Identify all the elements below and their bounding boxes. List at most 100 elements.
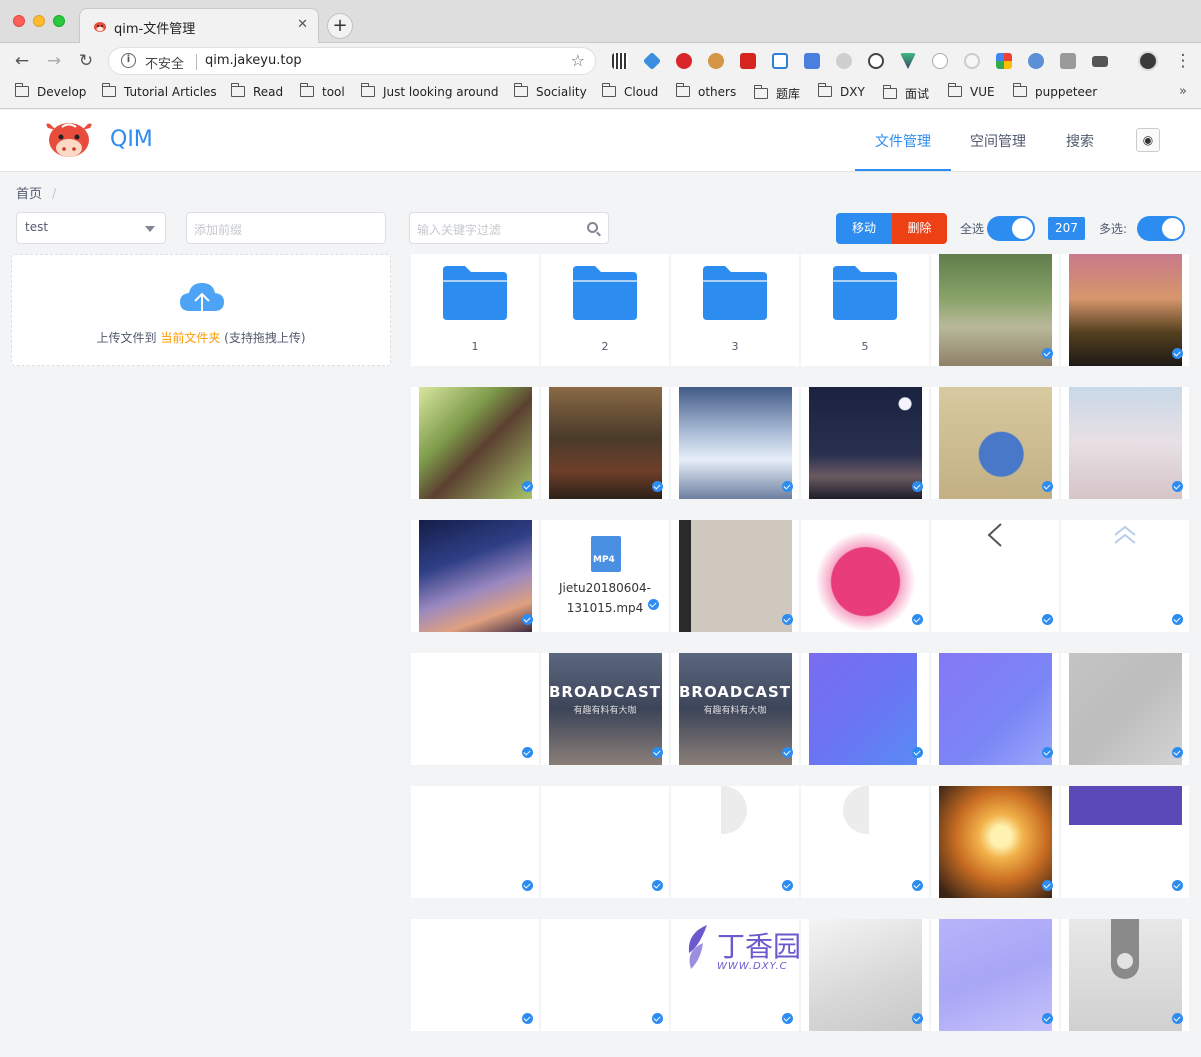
prefix-input[interactable]: 添加前缀 [186,212,386,244]
minimize-window-button[interactable] [33,15,45,27]
info-extension-icon[interactable] [868,53,884,69]
selected-check-icon[interactable] [782,614,793,625]
image-item[interactable]: BROADCAST 有趣有料有大咖 [541,653,669,765]
translate-extension-icon[interactable] [804,53,820,69]
vue-devtools-icon[interactable] [900,53,916,69]
image-item[interactable] [671,786,799,898]
circle-extension-icon[interactable] [964,53,980,69]
selected-check-icon[interactable] [912,614,923,625]
adblock-extension-icon[interactable] [676,53,692,69]
bookmark-just-looking-around[interactable]: Just looking around [360,83,498,103]
delete-button[interactable]: 删除 [892,213,947,244]
selected-check-icon[interactable] [522,880,533,891]
selected-check-icon[interactable] [782,880,793,891]
image-item[interactable] [801,520,929,632]
profile-avatar-icon[interactable] [1138,51,1158,71]
bookmark-tool[interactable]: tool [299,83,345,103]
address-bar[interactable]: i 不安全 qim.jakeyu.top ☆ [108,47,596,75]
filter-input[interactable]: 输入关键字过滤 [409,212,609,244]
image-item[interactable] [411,520,539,632]
gray-extension-icon[interactable] [836,53,852,69]
nav-search[interactable]: 搜索 [1066,131,1094,151]
tag-extension-icon[interactable] [642,51,662,71]
selected-check-icon[interactable] [652,747,663,758]
bookmark-tutorial-articles[interactable]: Tutorial Articles [101,83,217,103]
selected-check-icon[interactable] [522,747,533,758]
react-devtools-icon[interactable] [932,53,948,69]
image-item[interactable] [931,520,1059,632]
image-item[interactable] [541,786,669,898]
selected-check-icon[interactable] [782,747,793,758]
folder-item[interactable]: 2 [541,254,669,366]
bookmark-develop[interactable]: Develop [14,83,86,103]
screen-extension-icon[interactable] [772,53,788,69]
image-item[interactable]: BROADCAST 有趣有料有大咖 [671,653,799,765]
selected-check-icon[interactable] [1042,1013,1053,1024]
video-item[interactable]: MP4 Jietu20180604- 131015.mp4 [541,520,669,632]
selected-check-icon[interactable] [1042,747,1053,758]
image-item[interactable] [801,919,929,1031]
qr-code-extension-icon[interactable] [612,53,628,69]
selected-check-icon[interactable] [1172,348,1183,359]
image-item[interactable] [931,919,1059,1031]
select-all-toggle[interactable] [987,216,1035,241]
breadcrumb-home[interactable]: 首页 [16,187,42,202]
selected-check-icon[interactable] [912,1013,923,1024]
bookmark-interview[interactable]: 面试 [882,85,929,103]
selected-check-icon[interactable] [912,747,923,758]
selected-check-icon[interactable] [782,481,793,492]
image-item[interactable] [1061,786,1189,898]
bookmark-vue[interactable]: VUE [947,83,995,103]
image-item[interactable] [411,786,539,898]
image-item[interactable] [931,786,1059,898]
image-item[interactable] [931,387,1059,499]
upload-current-folder-link[interactable]: 当前文件夹 [160,331,220,345]
selected-check-icon[interactable] [1172,614,1183,625]
selected-check-icon[interactable] [652,880,663,891]
bookmark-cloud[interactable]: Cloud [601,83,658,103]
selected-check-icon[interactable] [1172,880,1183,891]
selected-check-icon[interactable] [652,481,663,492]
upload-dropzone[interactable]: 上传文件到 当前文件夹 (支持拖拽上传) [11,254,391,366]
selected-check-icon[interactable] [1042,481,1053,492]
bucket-select[interactable]: test [16,212,166,244]
github-icon[interactable]: ◉ [1136,128,1160,152]
selected-check-icon[interactable] [1172,481,1183,492]
colorful-extension-icon[interactable] [996,53,1012,69]
selected-check-icon[interactable] [522,1013,533,1024]
brand-name[interactable]: QIM [110,127,153,152]
selected-check-icon[interactable] [1042,880,1053,891]
folder-item[interactable]: 3 [671,254,799,366]
close-window-button[interactable] [13,15,25,27]
folder-item[interactable]: 5 [801,254,929,366]
multi-select-toggle[interactable] [1137,216,1185,241]
new-tab-button[interactable]: + [327,13,353,39]
image-item[interactable] [411,653,539,765]
image-item[interactable] [411,919,539,1031]
cookie-extension-icon[interactable] [708,53,724,69]
bookmark-star-icon[interactable]: ☆ [571,51,585,70]
bookmark-sociality[interactable]: Sociality [513,83,587,103]
image-item[interactable] [1061,387,1189,499]
nav-space-management[interactable]: 空间管理 [970,131,1026,151]
selected-check-icon[interactable] [1042,348,1053,359]
image-item[interactable] [541,387,669,499]
bookmark-dxy[interactable]: DXY [817,83,865,103]
browser-tab[interactable]: qim-文件管理 ✕ [79,8,319,43]
image-item[interactable] [1061,254,1189,366]
fe-extension-icon[interactable] [740,53,756,69]
globe-extension-icon[interactable] [1028,53,1044,69]
image-item[interactable] [801,387,929,499]
image-item[interactable] [411,387,539,499]
image-item[interactable] [1061,520,1189,632]
bookmark-others[interactable]: others [675,83,736,103]
bookmark-puppeteer[interactable]: puppeteer [1012,83,1097,103]
bookmarks-overflow-icon[interactable]: » [1179,84,1187,99]
selected-check-icon[interactable] [1172,1013,1183,1024]
selected-check-icon[interactable] [782,1013,793,1024]
image-item[interactable] [931,653,1059,765]
image-item[interactable] [801,653,929,765]
selected-check-icon[interactable] [648,599,659,610]
image-item[interactable] [801,786,929,898]
bookmark-read[interactable]: Read [230,83,283,103]
